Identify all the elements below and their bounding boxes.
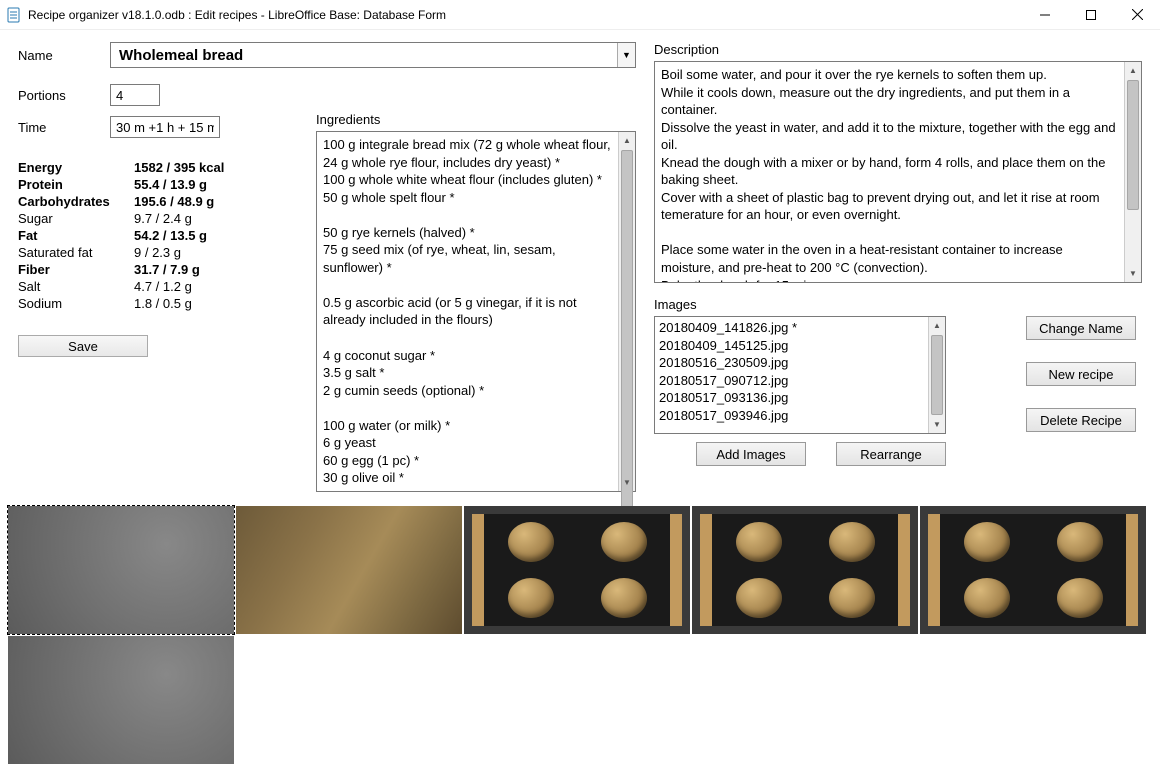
name-label: Name	[18, 48, 110, 63]
maximize-button[interactable]	[1068, 0, 1114, 30]
nutrition-label: Fat	[18, 228, 134, 243]
nutrition-value: 9.7 / 2.4 g	[134, 211, 192, 226]
portions-input[interactable]	[110, 84, 160, 106]
nutrition-value: 55.4 / 13.9 g	[134, 177, 207, 192]
description-textarea[interactable]: Boil some water, and pour it over the ry…	[654, 61, 1142, 283]
nutrition-value: 1582 / 395 kcal	[134, 160, 224, 175]
time-input[interactable]	[110, 116, 220, 138]
nutrition-label: Salt	[18, 279, 134, 294]
image-list-item[interactable]: 20180517_093136.jpg	[659, 389, 924, 407]
scroll-thumb[interactable]	[931, 335, 943, 415]
ingredients-scrollbar[interactable]: ▲ ▼	[618, 132, 635, 491]
window-title: Recipe organizer v18.1.0.odb : Edit reci…	[28, 8, 446, 22]
description-label: Description	[654, 42, 1142, 57]
nutrition-label: Sugar	[18, 211, 134, 226]
scroll-up-icon[interactable]: ▲	[929, 317, 945, 334]
minimize-button[interactable]	[1022, 0, 1068, 30]
nutrition-value: 9 / 2.3 g	[134, 245, 181, 260]
nutrition-value: 1.8 / 0.5 g	[134, 296, 192, 311]
image-list-item[interactable]: 20180516_230509.jpg	[659, 354, 924, 372]
image-list-item[interactable]: 20180409_145125.jpg	[659, 337, 924, 355]
nutrition-value: 4.7 / 1.2 g	[134, 279, 192, 294]
image-list-item[interactable]: 20180517_093946.jpg	[659, 407, 924, 425]
description-content: Boil some water, and pour it over the ry…	[655, 62, 1124, 282]
nutrition-row: Energy1582 / 395 kcal	[18, 160, 298, 175]
scroll-thumb[interactable]	[1127, 80, 1139, 210]
nutrition-row: Fiber31.7 / 7.9 g	[18, 262, 298, 277]
titlebar: Recipe organizer v18.1.0.odb : Edit reci…	[0, 0, 1160, 30]
nutrition-label: Carbohydrates	[18, 194, 134, 209]
thumbnail[interactable]	[692, 506, 918, 634]
rearrange-button[interactable]: Rearrange	[836, 442, 946, 466]
portions-label: Portions	[18, 88, 110, 103]
nutrition-label: Energy	[18, 160, 134, 175]
thumbnail[interactable]	[464, 506, 690, 634]
image-list-item[interactable]: 20180409_141826.jpg *	[659, 319, 924, 337]
nutrition-table: Energy1582 / 395 kcalProtein55.4 / 13.9 …	[18, 160, 298, 311]
images-label: Images	[654, 297, 1142, 312]
ingredients-label: Ingredients	[316, 112, 636, 127]
nutrition-label: Protein	[18, 177, 134, 192]
scroll-down-icon[interactable]: ▼	[1125, 265, 1141, 282]
name-combobox[interactable]: Wholemeal bread ▼	[110, 42, 636, 68]
thumbnail-strip	[0, 500, 1160, 776]
scroll-down-icon[interactable]: ▼	[929, 416, 945, 433]
image-list-item[interactable]: 20180517_090712.jpg	[659, 372, 924, 390]
nutrition-row: Sugar9.7 / 2.4 g	[18, 211, 298, 226]
images-scrollbar[interactable]: ▲ ▼	[928, 317, 945, 433]
nutrition-row: Salt4.7 / 1.2 g	[18, 279, 298, 294]
chevron-down-icon[interactable]: ▼	[617, 43, 635, 67]
nutrition-label: Saturated fat	[18, 245, 134, 260]
thumbnail[interactable]	[236, 506, 462, 634]
thumbnail[interactable]	[920, 506, 1146, 634]
thumbnail[interactable]	[8, 506, 234, 634]
nutrition-label: Fiber	[18, 262, 134, 277]
delete-recipe-button[interactable]: Delete Recipe	[1026, 408, 1136, 432]
nutrition-label: Sodium	[18, 296, 134, 311]
name-value: Wholemeal bread	[119, 47, 243, 64]
document-icon	[6, 7, 22, 23]
nutrition-row: Saturated fat9 / 2.3 g	[18, 245, 298, 260]
close-button[interactable]	[1114, 0, 1160, 30]
ingredients-content: 100 g integrale bread mix (72 g whole wh…	[317, 132, 618, 491]
add-images-button[interactable]: Add Images	[696, 442, 806, 466]
nutrition-row: Carbohydrates195.6 / 48.9 g	[18, 194, 298, 209]
time-label: Time	[18, 120, 110, 135]
nutrition-row: Sodium1.8 / 0.5 g	[18, 296, 298, 311]
nutrition-value: 54.2 / 13.5 g	[134, 228, 207, 243]
save-button[interactable]: Save	[18, 335, 148, 357]
scroll-up-icon[interactable]: ▲	[619, 132, 635, 149]
change-name-button[interactable]: Change Name	[1026, 316, 1136, 340]
scroll-down-icon[interactable]: ▼	[619, 474, 635, 491]
nutrition-row: Fat54.2 / 13.5 g	[18, 228, 298, 243]
thumbnail[interactable]	[8, 636, 234, 764]
nutrition-value: 195.6 / 48.9 g	[134, 194, 214, 209]
nutrition-row: Protein55.4 / 13.9 g	[18, 177, 298, 192]
description-scrollbar[interactable]: ▲ ▼	[1124, 62, 1141, 282]
scroll-up-icon[interactable]: ▲	[1125, 62, 1141, 79]
images-listbox[interactable]: 20180409_141826.jpg *20180409_145125.jpg…	[654, 316, 946, 434]
new-recipe-button[interactable]: New recipe	[1026, 362, 1136, 386]
nutrition-value: 31.7 / 7.9 g	[134, 262, 200, 277]
ingredients-textarea[interactable]: 100 g integrale bread mix (72 g whole wh…	[316, 131, 636, 492]
